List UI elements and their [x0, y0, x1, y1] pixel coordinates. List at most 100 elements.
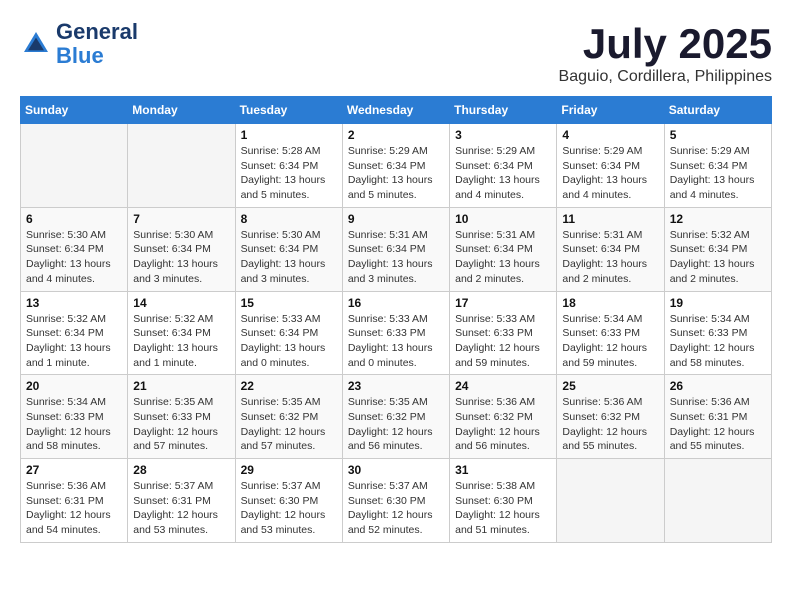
calendar-week-row: 27 Sunrise: 5:36 AMSunset: 6:31 PMDayligh… [21, 459, 772, 543]
logo: General Blue [20, 20, 138, 68]
day-number: 16 [348, 296, 444, 310]
calendar-day-cell: 31Sunrise: 5:38 AMSunset: 6:30 PMDayligh… [450, 459, 557, 543]
day-number: 17 [455, 296, 551, 310]
weekday-header: Thursday [450, 97, 557, 124]
day-number: 2 [348, 128, 444, 142]
weekday-header: Monday [128, 97, 235, 124]
day-info: Sunrise: 5:36 AMSunset: 6:31 PMDaylight:… [670, 395, 766, 454]
day-number: 29 [241, 463, 337, 477]
calendar-day-cell: 2 Sunrise: 5:29 AMSunset: 6:34 PMDaylight… [342, 124, 449, 208]
day-number: 10 [455, 212, 551, 226]
day-info: Sunrise: 5:31 AMSunset: 6:34 PMDaylight:… [348, 228, 444, 287]
day-info: Sunrise: 5:37 AMSunset: 6:31 PMDaylight:… [133, 479, 229, 538]
day-info: Sunrise: 5:37 AMSunset: 6:30 PMDaylight:… [348, 479, 444, 538]
day-number: 23 [348, 379, 444, 393]
calendar-day-cell: 6Sunrise: 5:30 AMSunset: 6:34 PMDaylight… [21, 207, 128, 291]
day-number: 24 [455, 379, 551, 393]
weekday-header: Friday [557, 97, 664, 124]
location-title: Baguio, Cordillera, Philippines [559, 68, 772, 86]
logo-icon [20, 28, 52, 60]
day-number: 12 [670, 212, 766, 226]
day-info: Sunrise: 5:34 AMSunset: 6:33 PMDaylight:… [26, 395, 122, 454]
day-number: 22 [241, 379, 337, 393]
calendar-week-row: 13 Sunrise: 5:32 AMSunset: 6:34 PMDayligh… [21, 291, 772, 375]
calendar-day-cell: 29Sunrise: 5:37 AMSunset: 6:30 PMDayligh… [235, 459, 342, 543]
day-number: 7 [133, 212, 229, 226]
calendar-day-cell: 11 Sunrise: 5:31 AMSunset: 6:34 PMDayligh… [557, 207, 664, 291]
calendar-day-cell: 14 Sunrise: 5:32 AMSunset: 6:34 PMDayligh… [128, 291, 235, 375]
day-info: Sunrise: 5:29 AMSunset: 6:34 PMDaylight:… [670, 144, 766, 203]
calendar-day-cell: 8Sunrise: 5:30 AMSunset: 6:34 PMDaylight… [235, 207, 342, 291]
calendar-day-cell: 10Sunrise: 5:31 AMSunset: 6:34 PMDayligh… [450, 207, 557, 291]
day-info: Sunrise: 5:30 AMSunset: 6:34 PMDaylight:… [133, 228, 229, 287]
day-number: 11 [562, 212, 658, 226]
calendar-day-cell: 28 Sunrise: 5:37 AMSunset: 6:31 PMDayligh… [128, 459, 235, 543]
calendar-day-cell: 23Sunrise: 5:35 AMSunset: 6:32 PMDayligh… [342, 375, 449, 459]
calendar-header-row: SundayMondayTuesdayWednesdayThursdayFrid… [21, 97, 772, 124]
calendar-day-cell: 21Sunrise: 5:35 AMSunset: 6:33 PMDayligh… [128, 375, 235, 459]
calendar-day-cell [557, 459, 664, 543]
day-info: Sunrise: 5:31 AMSunset: 6:34 PMDaylight:… [562, 228, 658, 287]
day-number: 27 [26, 463, 122, 477]
day-info: Sunrise: 5:33 AMSunset: 6:33 PMDaylight:… [348, 312, 444, 371]
logo-text: General Blue [56, 20, 138, 68]
day-number: 9 [348, 212, 444, 226]
weekday-header: Tuesday [235, 97, 342, 124]
day-number: 14 [133, 296, 229, 310]
calendar-day-cell: 13 Sunrise: 5:32 AMSunset: 6:34 PMDayligh… [21, 291, 128, 375]
day-number: 1 [241, 128, 337, 142]
day-info: Sunrise: 5:36 AMSunset: 6:32 PMDaylight:… [562, 395, 658, 454]
calendar-day-cell: 30 Sunrise: 5:37 AMSunset: 6:30 PMDayligh… [342, 459, 449, 543]
day-number: 4 [562, 128, 658, 142]
calendar-day-cell: 12Sunrise: 5:32 AMSunset: 6:34 PMDayligh… [664, 207, 771, 291]
day-info: Sunrise: 5:29 AMSunset: 6:34 PMDaylight:… [562, 144, 658, 203]
calendar-week-row: 6Sunrise: 5:30 AMSunset: 6:34 PMDaylight… [21, 207, 772, 291]
calendar-day-cell [128, 124, 235, 208]
day-info: Sunrise: 5:33 AMSunset: 6:33 PMDaylight:… [455, 312, 551, 371]
day-number: 28 [133, 463, 229, 477]
day-info: Sunrise: 5:36 AMSunset: 6:32 PMDaylight:… [455, 395, 551, 454]
calendar-day-cell: 24 Sunrise: 5:36 AMSunset: 6:32 PMDayligh… [450, 375, 557, 459]
day-number: 5 [670, 128, 766, 142]
day-info: Sunrise: 5:33 AMSunset: 6:34 PMDaylight:… [241, 312, 337, 371]
calendar-day-cell: 17 Sunrise: 5:33 AMSunset: 6:33 PMDayligh… [450, 291, 557, 375]
calendar-day-cell: 15 Sunrise: 5:33 AMSunset: 6:34 PMDayligh… [235, 291, 342, 375]
day-info: Sunrise: 5:32 AMSunset: 6:34 PMDaylight:… [26, 312, 122, 371]
weekday-header: Wednesday [342, 97, 449, 124]
weekday-header: Saturday [664, 97, 771, 124]
day-info: Sunrise: 5:35 AMSunset: 6:32 PMDaylight:… [241, 395, 337, 454]
day-info: Sunrise: 5:28 AMSunset: 6:34 PMDaylight:… [241, 144, 337, 203]
day-number: 18 [562, 296, 658, 310]
calendar-day-cell: 25Sunrise: 5:36 AMSunset: 6:32 PMDayligh… [557, 375, 664, 459]
calendar-day-cell: 18 Sunrise: 5:34 AMSunset: 6:33 PMDayligh… [557, 291, 664, 375]
calendar-day-cell: 19Sunrise: 5:34 AMSunset: 6:33 PMDayligh… [664, 291, 771, 375]
page-header: General Blue July 2025 Baguio, Cordiller… [20, 20, 772, 86]
calendar-week-row: 1 Sunrise: 5:28 AMSunset: 6:34 PMDaylight… [21, 124, 772, 208]
day-info: Sunrise: 5:36 AMSunset: 6:31 PMDaylight:… [26, 479, 122, 538]
calendar-day-cell: 22 Sunrise: 5:35 AMSunset: 6:32 PMDayligh… [235, 375, 342, 459]
calendar-day-cell [664, 459, 771, 543]
day-info: Sunrise: 5:29 AMSunset: 6:34 PMDaylight:… [455, 144, 551, 203]
day-info: Sunrise: 5:35 AMSunset: 6:33 PMDaylight:… [133, 395, 229, 454]
day-number: 31 [455, 463, 551, 477]
day-number: 30 [348, 463, 444, 477]
day-number: 3 [455, 128, 551, 142]
day-info: Sunrise: 5:30 AMSunset: 6:34 PMDaylight:… [26, 228, 122, 287]
day-number: 13 [26, 296, 122, 310]
calendar-day-cell: 1 Sunrise: 5:28 AMSunset: 6:34 PMDaylight… [235, 124, 342, 208]
calendar-day-cell: 16 Sunrise: 5:33 AMSunset: 6:33 PMDayligh… [342, 291, 449, 375]
calendar-table: SundayMondayTuesdayWednesdayThursdayFrid… [20, 96, 772, 543]
day-info: Sunrise: 5:30 AMSunset: 6:34 PMDaylight:… [241, 228, 337, 287]
calendar-day-cell: 26 Sunrise: 5:36 AMSunset: 6:31 PMDayligh… [664, 375, 771, 459]
day-number: 26 [670, 379, 766, 393]
month-title: July 2025 [559, 20, 772, 68]
title-block: July 2025 Baguio, Cordillera, Philippine… [559, 20, 772, 86]
calendar-day-cell [21, 124, 128, 208]
day-info: Sunrise: 5:32 AMSunset: 6:34 PMDaylight:… [133, 312, 229, 371]
day-number: 15 [241, 296, 337, 310]
day-info: Sunrise: 5:29 AMSunset: 6:34 PMDaylight:… [348, 144, 444, 203]
day-info: Sunrise: 5:34 AMSunset: 6:33 PMDaylight:… [562, 312, 658, 371]
day-number: 20 [26, 379, 122, 393]
calendar-day-cell: 20 Sunrise: 5:34 AMSunset: 6:33 PMDayligh… [21, 375, 128, 459]
calendar-day-cell: 7 Sunrise: 5:30 AMSunset: 6:34 PMDaylight… [128, 207, 235, 291]
